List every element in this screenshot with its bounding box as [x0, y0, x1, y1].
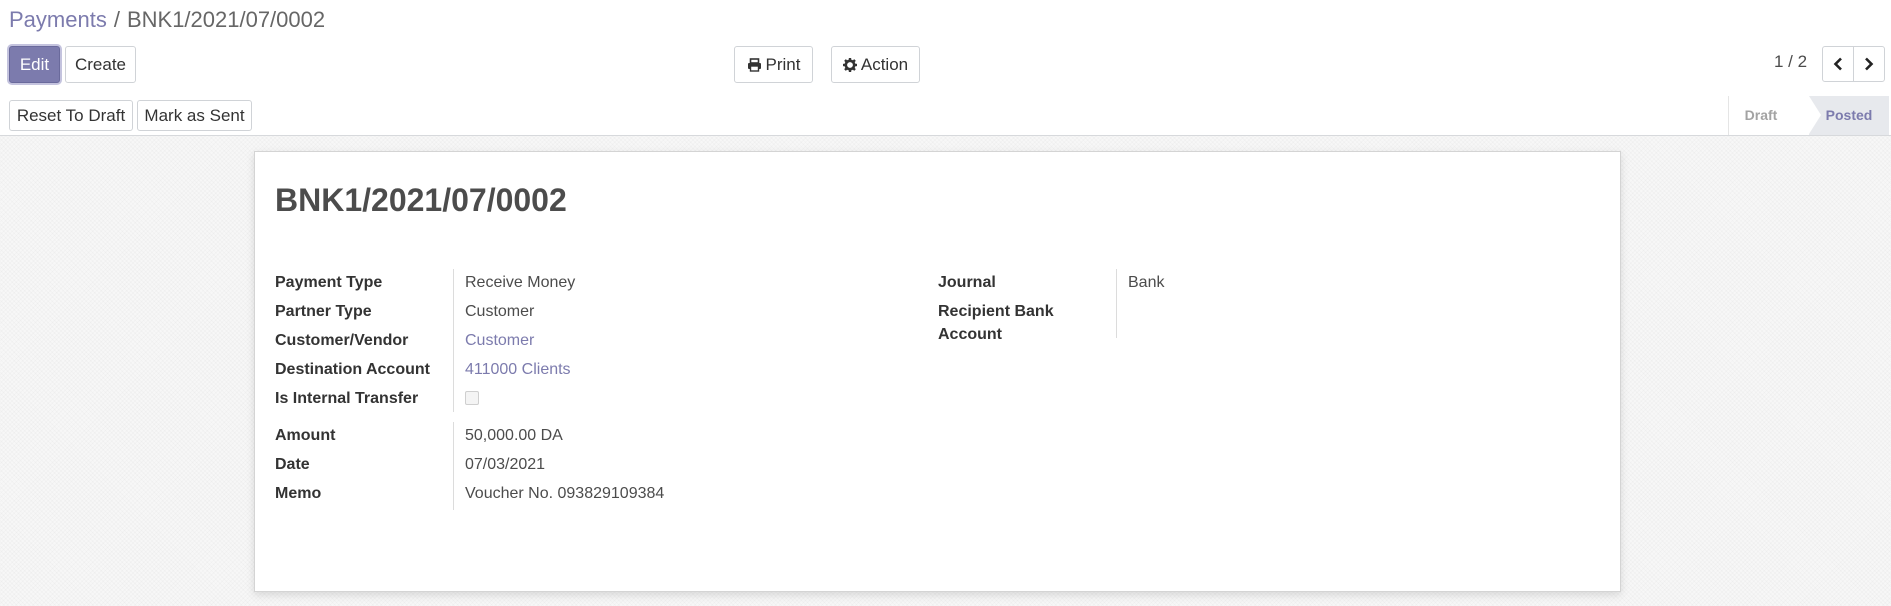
field-label: Memo — [275, 485, 322, 502]
field-is-internal-transfer: Is Internal Transfer — [275, 383, 875, 412]
memo-value: Voucher No. 093829109384 — [465, 485, 665, 502]
status-step-posted: Posted — [1809, 96, 1889, 135]
field-journal: Journal Bank — [938, 267, 1538, 296]
action-button[interactable]: Action — [831, 46, 920, 83]
status-step-posted-label: Posted — [1825, 107, 1873, 123]
field-amount: Amount 50,000.00 DA — [275, 420, 875, 449]
field-label: Is Internal Transfer — [275, 390, 419, 407]
field-label: Date — [275, 456, 310, 473]
amount-group: Amount 50,000.00 DA Date 07/03/2021 Memo… — [275, 420, 875, 520]
breadcrumb-payments-link[interactable]: Payments — [9, 7, 107, 32]
field-date: Date 07/03/2021 — [275, 449, 875, 478]
field-customer-vendor: Customer/Vendor Customer — [275, 325, 875, 354]
breadcrumb-current: BNK1/2021/07/0002 — [126, 7, 326, 32]
pager-next-button[interactable] — [1853, 47, 1884, 81]
edit-button[interactable]: Edit — [9, 46, 60, 83]
status-step-draft-label: Draft — [1744, 107, 1778, 123]
printer-icon — [747, 58, 761, 72]
status-step-draft: Draft — [1728, 96, 1810, 135]
mark-as-sent-button[interactable]: Mark as Sent — [137, 100, 252, 131]
payment-info-group: Payment Type Receive Money Partner Type … — [275, 267, 875, 417]
field-label: Journal — [938, 274, 996, 291]
pager-value[interactable]: 1 / 2 — [1774, 52, 1807, 72]
field-recipient-bank-account: Recipient Bank Account — [938, 296, 1538, 343]
print-button-label: Print — [765, 55, 801, 74]
field-label: Destination Account — [275, 361, 430, 378]
chevron-left-icon — [1833, 57, 1842, 71]
breadcrumb-separator: / — [113, 7, 120, 32]
record-title: BNK1/2021/07/0002 — [275, 182, 567, 218]
field-partner-type: Partner Type Customer — [275, 296, 875, 325]
is-internal-transfer-checkbox[interactable] — [465, 391, 479, 405]
field-label: Amount — [275, 427, 336, 444]
field-label: Partner Type — [275, 303, 372, 320]
payment-type-value: Receive Money — [465, 274, 576, 291]
destination-account-link[interactable]: 411000 Clients — [465, 358, 571, 381]
create-button[interactable]: Create — [65, 46, 136, 83]
pager-buttons — [1822, 46, 1885, 82]
customer-vendor-link[interactable]: Customer — [465, 329, 534, 352]
pager-previous-button[interactable] — [1823, 47, 1853, 81]
print-button[interactable]: Print — [734, 46, 813, 83]
reset-to-draft-button[interactable]: Reset To Draft — [9, 100, 133, 131]
journal-group: Journal Bank Recipient Bank Account — [938, 267, 1538, 347]
field-label: Customer/Vendor — [275, 332, 409, 349]
field-label: Recipient Bank Account — [938, 303, 1054, 343]
breadcrumb: Payments / BNK1/2021/07/0002 — [9, 6, 325, 34]
action-button-label: Action — [860, 55, 909, 74]
form-view: BNK1/2021/07/0002 Payment Type Receive M… — [0, 136, 1891, 606]
status-steps: Draft Posted — [1728, 96, 1889, 135]
control-panel: Payments / BNK1/2021/07/0002 Edit Create P… — [0, 0, 1891, 97]
form-sheet: BNK1/2021/07/0002 Payment Type Receive M… — [254, 151, 1621, 592]
partner-type-value: Customer — [465, 303, 535, 320]
date-value: 07/03/2021 — [465, 456, 546, 473]
field-memo: Memo Voucher No. 093829109384 — [275, 478, 875, 507]
field-payment-type: Payment Type Receive Money — [275, 267, 875, 296]
field-label: Payment Type — [275, 274, 383, 291]
chevron-right-icon — [1865, 57, 1874, 71]
amount-value: 50,000.00 DA — [465, 427, 563, 444]
statusbar: Reset To Draft Mark as Sent Draft Posted — [0, 96, 1891, 136]
journal-value: Bank — [1128, 274, 1165, 291]
field-destination-account: Destination Account 411000 Clients — [275, 354, 875, 383]
gear-icon — [842, 58, 857, 72]
